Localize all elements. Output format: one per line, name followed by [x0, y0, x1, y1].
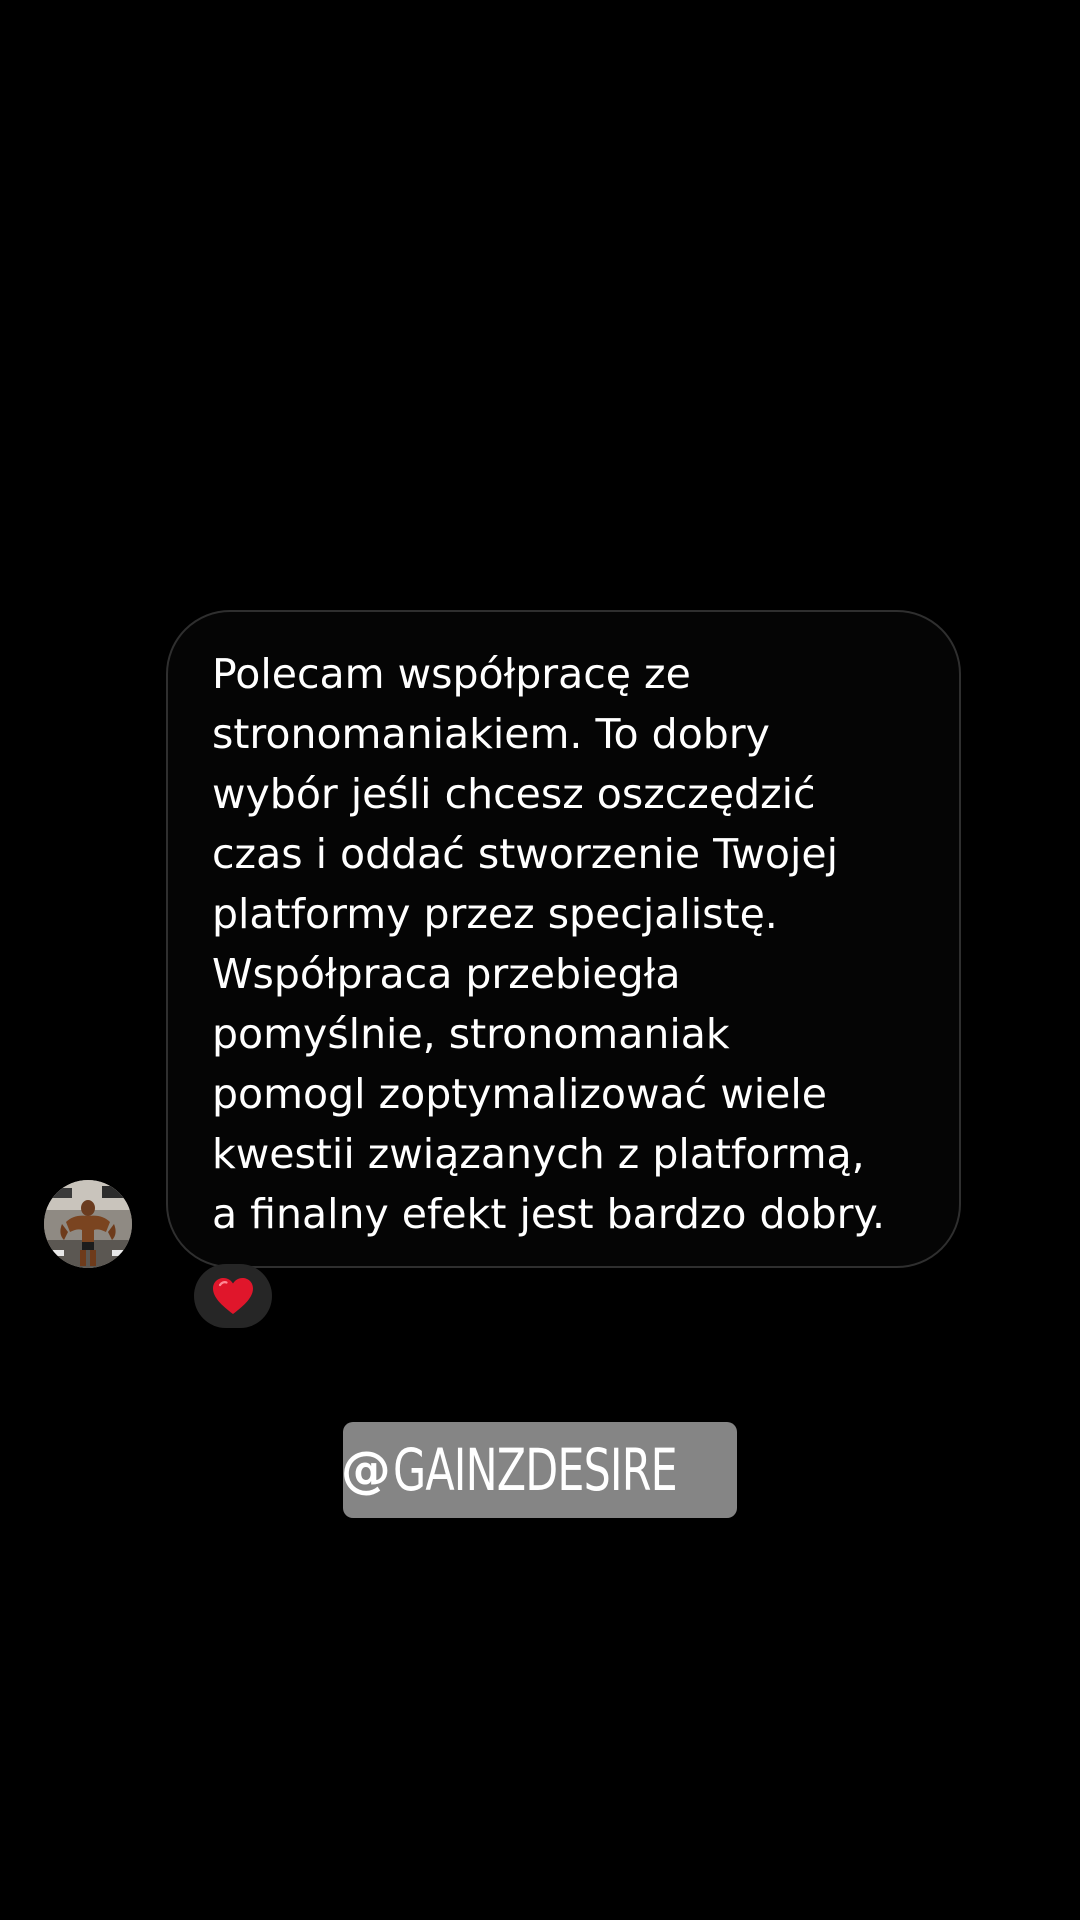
- message-line: a finalny efekt jest bardzo dobry.: [212, 1190, 885, 1238]
- message-line: platformy przez specjalistę.: [212, 890, 778, 938]
- message-line: Współpraca przebiegła: [212, 950, 681, 998]
- at-symbol: @: [340, 1441, 391, 1499]
- message-line: pomogl zoptymalizować wiele: [212, 1070, 827, 1118]
- message-line: czas i oddać stworzenie Twojej: [212, 830, 839, 878]
- message-text: Polecam współpracę ze stronomaniakiem. T…: [212, 644, 942, 1244]
- message-bubble[interactable]: Polecam współpracę ze stronomaniakiem. T…: [166, 610, 961, 1268]
- sender-avatar[interactable]: [44, 1180, 132, 1268]
- red-heart-icon: [213, 1278, 253, 1314]
- message-line: Polecam współpracę ze: [212, 650, 691, 698]
- heart-reaction[interactable]: [194, 1264, 272, 1328]
- story-screen: Polecam współpracę ze stronomaniakiem. T…: [0, 0, 1080, 1920]
- message-line: stronomaniakiem. To dobry: [212, 710, 770, 758]
- mention-sticker[interactable]: @ GAINZDESIRE: [340, 1422, 737, 1518]
- mention-handle: GAINZDESIRE: [392, 1436, 678, 1504]
- bodybuilder-photo-icon: [44, 1180, 132, 1268]
- message-line: wybór jeśli chcesz oszczędzić: [212, 770, 816, 818]
- message-line: pomyślnie, stronomaniak: [212, 1010, 730, 1058]
- message-line: kwestii związanych z platformą,: [212, 1130, 865, 1178]
